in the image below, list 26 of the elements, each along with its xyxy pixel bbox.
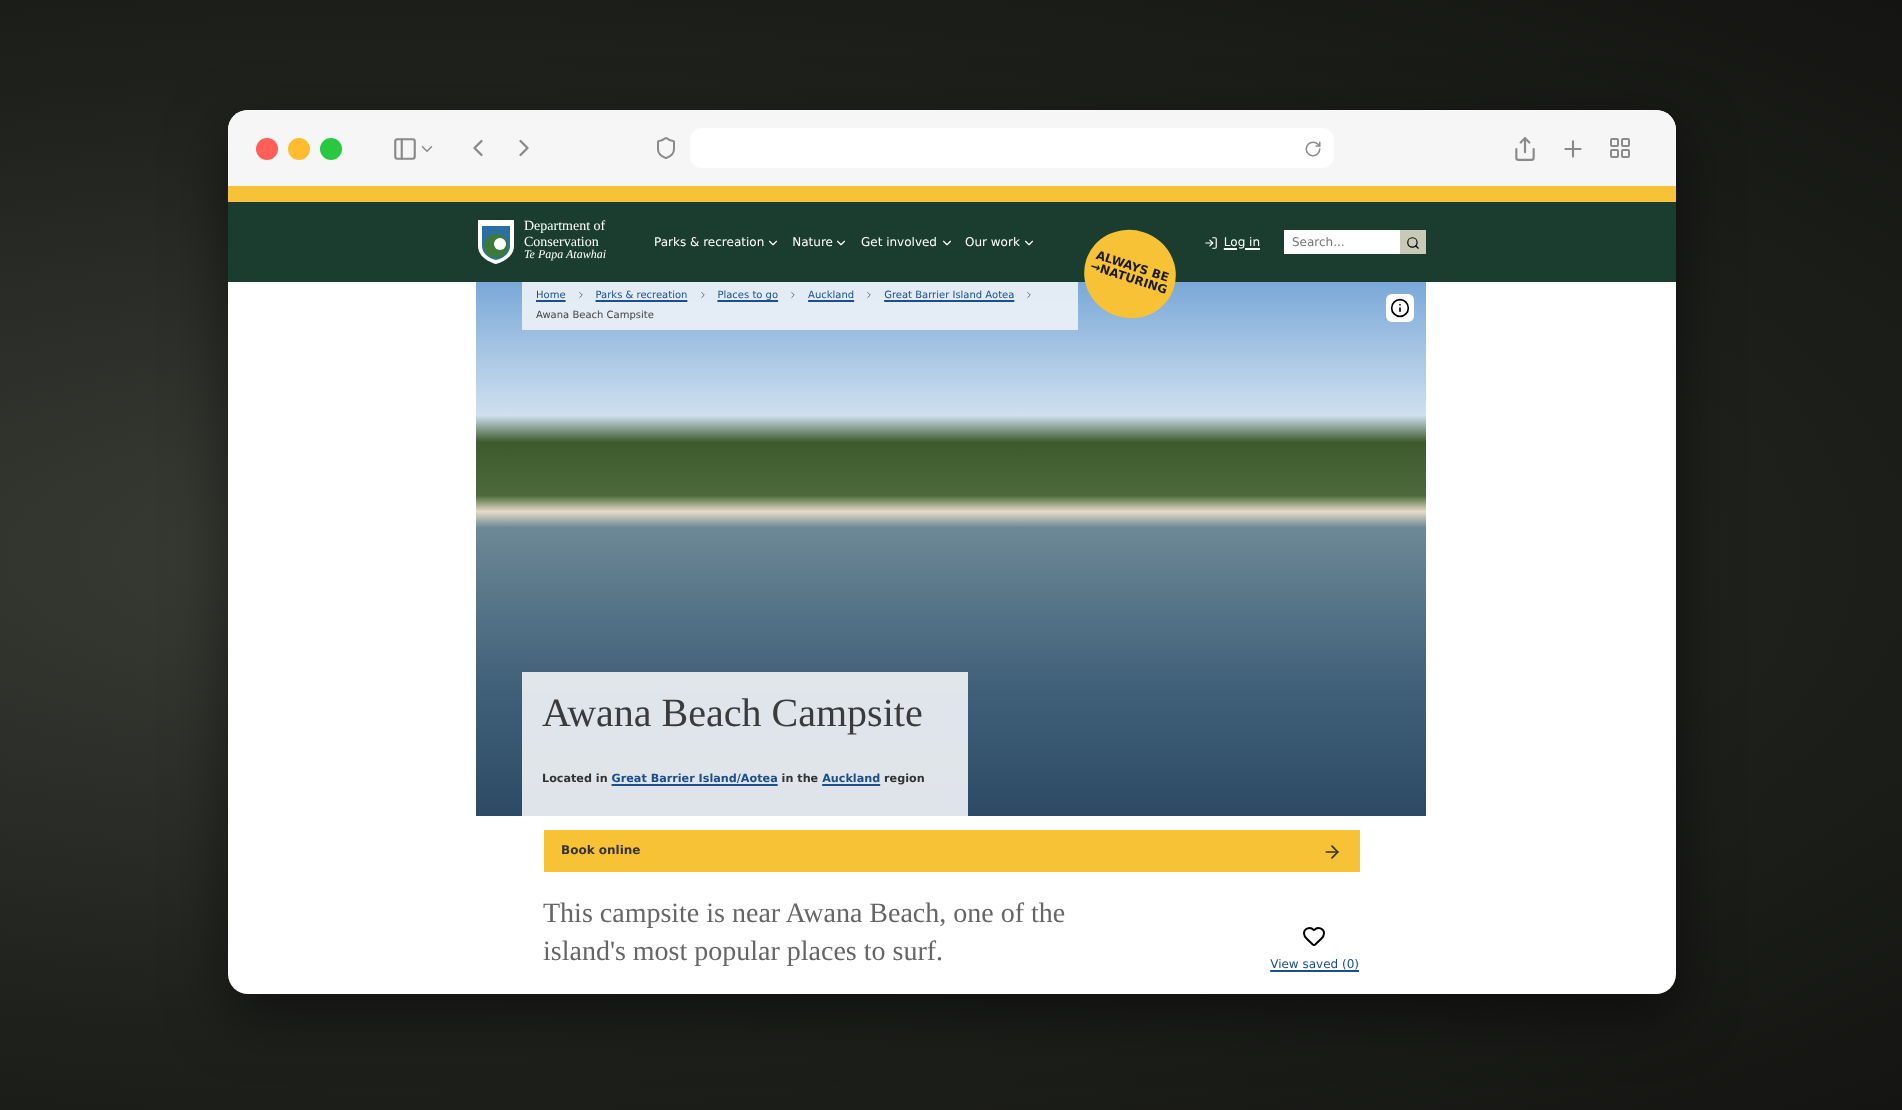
chevron-down-icon bbox=[1021, 235, 1036, 249]
plus-icon[interactable] bbox=[1559, 135, 1585, 161]
search-icon bbox=[1406, 235, 1420, 249]
intro-text: This campsite is near Awana Beach, one of the island's most popular places to surf. bbox=[543, 898, 1068, 972]
grid-icon[interactable] bbox=[1607, 136, 1631, 160]
breadcrumb-separator bbox=[575, 290, 586, 304]
breadcrumb-separator bbox=[1024, 290, 1035, 304]
share-icon[interactable] bbox=[1511, 135, 1537, 161]
maximize-button[interactable] bbox=[319, 137, 341, 159]
breadcrumb-separator bbox=[697, 290, 708, 304]
close-button[interactable] bbox=[255, 137, 277, 159]
sidebar-icon[interactable] bbox=[391, 135, 417, 161]
login-icon bbox=[1203, 235, 1218, 249]
chevron-down-icon bbox=[834, 235, 849, 249]
breadcrumb-separator bbox=[788, 290, 799, 304]
page-title: Awana Beach Campsite bbox=[542, 692, 925, 738]
shield-icon[interactable] bbox=[653, 136, 677, 160]
chevron-down-icon bbox=[766, 235, 781, 249]
breadcrumb-separator bbox=[864, 290, 875, 304]
reload-icon[interactable] bbox=[1303, 139, 1321, 157]
info-button[interactable] bbox=[1386, 294, 1414, 322]
shield-logo-icon bbox=[476, 218, 516, 266]
search-button[interactable] bbox=[1400, 230, 1426, 254]
chevron-down-icon bbox=[939, 235, 953, 249]
heart-icon[interactable] bbox=[1302, 924, 1327, 948]
arrow-right-icon bbox=[1321, 841, 1341, 861]
